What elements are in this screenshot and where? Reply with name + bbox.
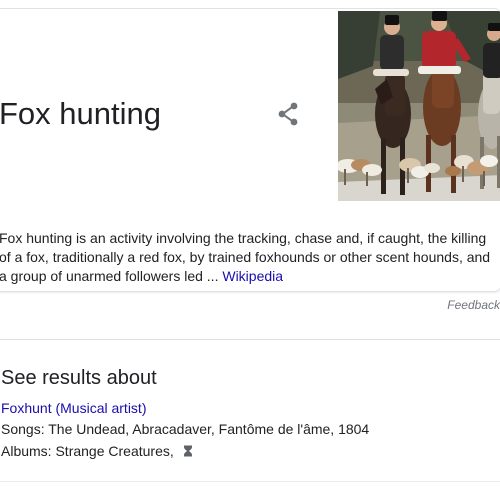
songs-row: Songs: The Undead, Abracadaver, Fantôme …	[1, 420, 369, 438]
search-results-page: Fox hunting Fox hunting is an activity i…	[0, 0, 500, 500]
see-results-about-heading: See results about	[1, 367, 157, 389]
section-divider	[0, 339, 500, 340]
bottom-divider	[0, 481, 500, 482]
wikipedia-link[interactable]: Wikipedia	[222, 268, 283, 284]
knowledge-panel-title: Fox hunting	[0, 96, 161, 131]
fox-hunting-photo-icon	[338, 11, 500, 201]
knowledge-panel-card: Fox hunting Fox hunting is an activity i…	[0, 8, 500, 292]
songs-label: Songs:	[1, 421, 49, 437]
fox-hunting-image[interactable]	[338, 11, 500, 201]
knowledge-panel-description: Fox hunting is an activity involving the…	[0, 229, 493, 286]
see-results-about-card: See results about Foxhunt (Musical artis…	[0, 342, 500, 482]
albums-label: Albums:	[1, 443, 56, 459]
description-ellipsis: ...	[206, 268, 219, 284]
albums-row: Albums: Strange Creatures,	[1, 442, 194, 460]
share-icon[interactable]	[275, 100, 301, 128]
foxhunt-musical-artist-link[interactable]: Foxhunt (Musical artist)	[1, 399, 146, 417]
songs-list[interactable]: The Undead, Abracadaver, Fantôme de l'âm…	[48, 421, 369, 437]
albums-list[interactable]: Strange Creatures,	[55, 443, 177, 459]
hourglass-icon[interactable]	[182, 445, 194, 457]
feedback-link[interactable]: Feedback	[447, 298, 500, 312]
